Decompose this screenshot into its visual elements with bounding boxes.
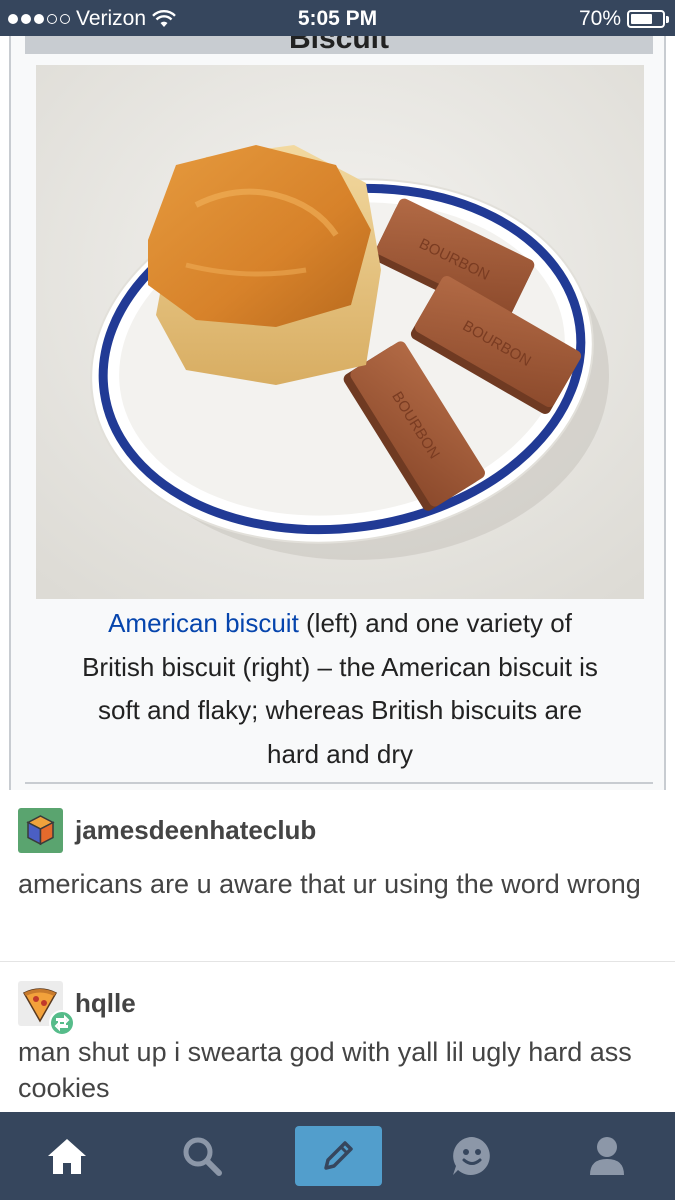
- wiki-infobox: Biscuit BOURBON BOURBON BOURBON American…: [9, 36, 666, 790]
- wiki-title-bar: Biscuit: [25, 36, 653, 54]
- compose-button[interactable]: [294, 1126, 382, 1186]
- biscuit-photo: BOURBON BOURBON BOURBON: [36, 65, 644, 599]
- caption-line-1: (left) and one variety of: [298, 608, 572, 638]
- username[interactable]: jamesdeenhateclub: [75, 815, 316, 846]
- caption-line-4: hard and dry: [267, 738, 413, 769]
- caption-line-2: British biscuit (right) – the American b…: [82, 651, 598, 682]
- battery-group: 70%: [578, 7, 669, 31]
- tab-search[interactable]: [157, 1112, 247, 1200]
- post-header: jamesdeenhateclub: [18, 808, 316, 853]
- pencil-icon: [324, 1141, 353, 1170]
- post-header: hqlle: [18, 981, 136, 1036]
- reblog-badge-icon: [49, 1010, 75, 1036]
- username[interactable]: hqlle: [75, 988, 136, 1019]
- tab-activity[interactable]: [427, 1112, 517, 1200]
- clock: 5:05 PM: [297, 7, 378, 30]
- battery-percent: 70%: [578, 7, 621, 30]
- home-icon: [48, 1139, 86, 1174]
- avatar[interactable]: [18, 808, 63, 853]
- search-icon: [183, 1137, 222, 1176]
- divider: [25, 782, 653, 784]
- tab-account[interactable]: [562, 1112, 652, 1200]
- post-body: man shut up i swearta god with yall lil …: [18, 1037, 632, 1103]
- tab-compose[interactable]: [293, 1112, 383, 1200]
- wiki-title: Biscuit: [288, 36, 390, 54]
- account-icon: [590, 1137, 624, 1175]
- post-body: americans are u aware that ur using the …: [18, 869, 641, 899]
- american-biscuit-link[interactable]: American biscuit: [108, 608, 299, 638]
- photo-caption: American biscuit (left) and one variety …: [33, 602, 647, 776]
- activity-smiley-icon: [453, 1137, 490, 1175]
- avatar[interactable]: [18, 981, 75, 1036]
- status-bar: Verizon 5:05 PM 70%: [0, 0, 675, 36]
- caption-line-3: soft and flaky; whereas British biscuits…: [97, 695, 583, 725]
- reblog-entry: jamesdeenhateclub americans are u aware …: [0, 790, 675, 962]
- cube-avatar-icon: [26, 815, 55, 846]
- tab-home[interactable]: [22, 1112, 112, 1200]
- battery-icon: [627, 10, 669, 28]
- bottom-tab-bar: [0, 1112, 675, 1200]
- reblog-entry: hqlle man shut up i swearta god with yal…: [0, 963, 675, 1113]
